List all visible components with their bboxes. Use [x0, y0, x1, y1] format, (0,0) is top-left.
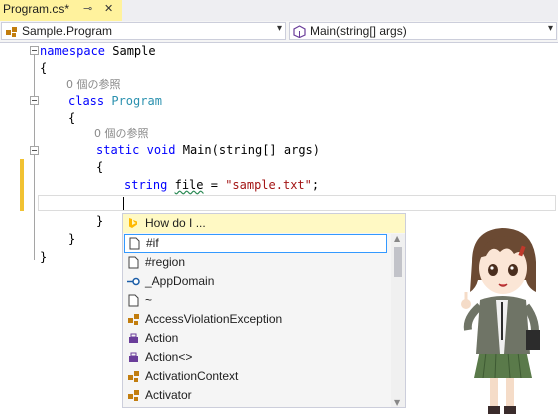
completion-item[interactable]: #region: [123, 253, 391, 272]
tab-title: Program.cs*: [3, 2, 70, 16]
method-icon: [293, 25, 306, 38]
member-dropdown-value: Main(string[] args): [310, 24, 407, 38]
code-line: {: [96, 160, 104, 174]
popup-scrollbar[interactable]: ▲ ▼: [391, 234, 405, 407]
intellisense-popup: How do I ... #if #region _AppDomain ~ Ac…: [122, 213, 406, 408]
completion-item[interactable]: AccessViolationException: [123, 310, 391, 329]
type-dropdown[interactable]: Sample.Program ▾: [1, 22, 286, 40]
completion-item[interactable]: Action<>: [123, 348, 391, 367]
chevron-down-icon: ▾: [276, 23, 282, 34]
bing-icon: [129, 218, 137, 228]
completion-item[interactable]: ~: [123, 291, 391, 310]
code-line: string file = "sample.txt";: [124, 178, 320, 192]
completion-item[interactable]: ActivationContext: [123, 367, 391, 386]
scrollbar-thumb[interactable]: [394, 247, 402, 277]
code-line: }: [68, 232, 76, 246]
class-icon: [128, 314, 139, 325]
code-line: }: [96, 214, 104, 228]
completion-item[interactable]: Action: [123, 329, 391, 348]
member-dropdown[interactable]: Main(string[] args) ▾: [289, 22, 557, 40]
collapse-icon[interactable]: [30, 96, 39, 105]
code-line: namespace Sample: [40, 44, 156, 58]
document-tab[interactable]: Program.cs* ⊸ ✕: [0, 0, 122, 21]
code-line: static void Main(string[] args): [96, 143, 320, 157]
completion-item[interactable]: _AppDomain: [123, 272, 391, 291]
completion-item[interactable]: #if: [124, 234, 387, 253]
chevron-down-icon: ▾: [547, 23, 553, 34]
snippet-icon: [128, 294, 139, 307]
completion-item[interactable]: Activator: [123, 386, 391, 405]
snippet-icon: [128, 256, 139, 269]
close-icon[interactable]: ✕: [104, 2, 113, 15]
code-line: }: [40, 250, 48, 264]
snippet-icon: [129, 237, 140, 250]
reference-count-lens[interactable]: 0 個の参照: [66, 78, 121, 92]
delegate-icon: [129, 333, 138, 343]
change-marker: [20, 159, 24, 177]
type-dropdown-value: Sample.Program: [22, 24, 113, 38]
current-line-highlight: [38, 195, 556, 211]
code-line: {: [68, 111, 76, 125]
pin-icon[interactable]: ⊸: [83, 2, 92, 15]
code-line: class Program: [68, 94, 162, 108]
class-icon: [128, 371, 139, 382]
class-icon: [128, 390, 139, 401]
outline-line: [34, 55, 35, 260]
reference-count-lens[interactable]: 0 個の参照: [94, 127, 149, 141]
change-marker: [20, 177, 24, 211]
class-icon: [6, 27, 17, 37]
collapse-icon[interactable]: [30, 146, 39, 155]
scroll-down-icon[interactable]: ▼: [394, 398, 400, 407]
interface-icon: [127, 277, 140, 286]
code-line: {: [40, 61, 48, 75]
navigation-bar: Sample.Program ▾ Main(string[] args) ▾: [0, 21, 558, 43]
how-do-i-header[interactable]: How do I ...: [123, 214, 405, 233]
document-tab-strip: Program.cs* ⊸ ✕: [0, 0, 558, 21]
scroll-up-icon[interactable]: ▲: [394, 234, 400, 243]
delegate-icon: [129, 352, 138, 362]
collapse-icon[interactable]: [30, 46, 39, 55]
mascot-illustration: [461, 228, 540, 414]
text-caret: [123, 197, 124, 210]
